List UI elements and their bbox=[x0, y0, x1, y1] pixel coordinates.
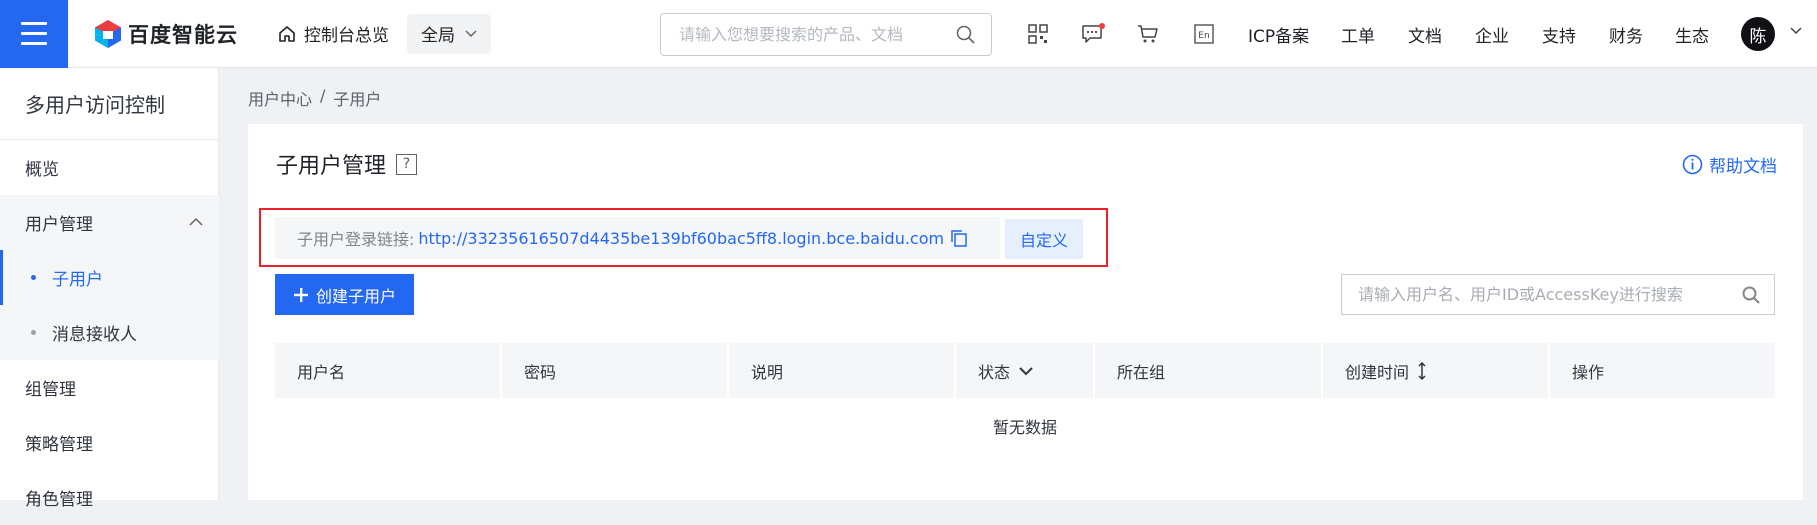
chevron-down-icon bbox=[465, 29, 477, 37]
console-overview-link[interactable]: 控制台总览 bbox=[278, 21, 389, 46]
active-indicator bbox=[0, 250, 3, 305]
page-title: 子用户管理 ? bbox=[276, 148, 418, 180]
sidebar-item-label: 消息接收人 bbox=[52, 325, 137, 345]
user-avatar[interactable]: 陈 bbox=[1741, 17, 1775, 51]
help-docs-link[interactable]: 帮助文档 bbox=[1682, 152, 1777, 177]
customize-button[interactable]: 自定义 bbox=[1005, 219, 1083, 259]
logo-icon bbox=[95, 19, 121, 48]
global-search-box[interactable] bbox=[660, 13, 992, 56]
filter-chevron-down-icon[interactable] bbox=[1018, 366, 1034, 376]
sidebar-item-label: 用户管理 bbox=[25, 215, 93, 235]
breadcrumb: 用户中心 / 子用户 bbox=[248, 86, 381, 110]
sidebar-item-label: 概览 bbox=[25, 160, 59, 180]
language-en-icon[interactable]: En bbox=[1192, 22, 1216, 46]
column-header-password: 密码 bbox=[502, 343, 729, 398]
enterprise-link[interactable]: 企业 bbox=[1475, 22, 1509, 47]
copy-icon[interactable] bbox=[950, 229, 968, 247]
sidebar-item-policy-management[interactable]: 策略管理 bbox=[0, 415, 219, 470]
breadcrumb-user-center[interactable]: 用户中心 bbox=[248, 86, 312, 110]
sidebar-item-overview[interactable]: 概览 bbox=[0, 140, 219, 195]
create-sub-user-button[interactable]: 创建子用户 bbox=[275, 274, 414, 315]
sidebar-item-sub-users[interactable]: 子用户 bbox=[0, 250, 219, 305]
plus-icon bbox=[293, 287, 308, 302]
ticket-link[interactable]: 工单 bbox=[1341, 22, 1375, 47]
column-header-username: 用户名 bbox=[275, 343, 502, 398]
main-card: 子用户管理 ? 帮助文档 子用户登录链接: http://33235616507… bbox=[248, 124, 1803, 500]
column-header-created-time[interactable]: 创建时间 bbox=[1323, 343, 1550, 398]
search-icon[interactable] bbox=[1742, 286, 1760, 304]
user-search-box[interactable] bbox=[1341, 274, 1775, 315]
breadcrumb-sub-users: 子用户 bbox=[333, 90, 382, 109]
icp-filing-link[interactable]: ICP备案 bbox=[1248, 22, 1309, 47]
sidebar-item-label: 组管理 bbox=[25, 380, 76, 400]
login-url-link[interactable]: http://33235616507d4435be139bf60bac5ff8.… bbox=[418, 229, 944, 248]
sidebar-item-role-management[interactable]: 角色管理 bbox=[0, 470, 219, 525]
home-icon bbox=[279, 25, 295, 42]
question-mark-icon[interactable]: ? bbox=[396, 153, 418, 175]
column-header-group: 所在组 bbox=[1095, 343, 1323, 398]
table-header: 用户名 密码 说明 状态 所在组 创建时间 操作 bbox=[275, 343, 1775, 398]
sidebar-item-group-management[interactable]: 组管理 bbox=[0, 360, 219, 415]
login-link-label: 子用户登录链接: bbox=[297, 230, 415, 249]
logo-text: 百度智能云 bbox=[128, 22, 238, 47]
region-selector[interactable]: 全局 bbox=[407, 13, 491, 54]
sidebar-item-user-management[interactable]: 用户管理 bbox=[0, 195, 219, 250]
bullet-dot bbox=[31, 330, 36, 335]
search-icon[interactable] bbox=[956, 25, 975, 44]
column-header-description: 说明 bbox=[729, 343, 956, 398]
create-sub-user-label: 创建子用户 bbox=[315, 288, 396, 306]
avatar-chevron-down-icon[interactable] bbox=[1790, 27, 1802, 35]
baidu-cloud-logo[interactable]: 百度智能云 bbox=[94, 19, 238, 49]
help-docs-label: 帮助文档 bbox=[1709, 157, 1777, 177]
ecosystem-link[interactable]: 生态 bbox=[1675, 22, 1709, 47]
empty-table-message: 暂无数据 bbox=[992, 418, 1057, 437]
info-icon bbox=[1682, 154, 1703, 175]
docs-link[interactable]: 文档 bbox=[1408, 22, 1442, 47]
sidebar-item-label: 子用户 bbox=[52, 270, 103, 290]
finance-link[interactable]: 财务 bbox=[1609, 22, 1643, 47]
hamburger-menu-icon[interactable] bbox=[0, 0, 68, 68]
page-title-text: 子用户管理 bbox=[276, 154, 387, 179]
qrcode-icon[interactable] bbox=[1026, 22, 1050, 46]
sidebar-title: 多用户访问控制 bbox=[0, 68, 218, 140]
chevron-up-icon bbox=[189, 217, 203, 226]
column-header-status[interactable]: 状态 bbox=[956, 343, 1095, 398]
global-search-input[interactable] bbox=[677, 24, 956, 45]
support-link[interactable]: 支持 bbox=[1542, 22, 1576, 47]
breadcrumb-separator: / bbox=[320, 86, 326, 105]
sidebar-item-label: 角色管理 bbox=[25, 490, 93, 510]
svg-text:En: En bbox=[1198, 31, 1209, 41]
region-label: 全局 bbox=[421, 26, 455, 46]
bullet-dot bbox=[31, 275, 36, 280]
sidebar: 多用户访问控制 概览 用户管理 子用户 消息接收人 组管理 策略管理 角色管理 bbox=[0, 68, 219, 510]
column-header-actions: 操作 bbox=[1572, 362, 1605, 382]
sort-icon[interactable] bbox=[1417, 361, 1427, 380]
cart-icon[interactable] bbox=[1136, 22, 1160, 46]
login-link-box: 子用户登录链接: http://33235616507d4435be139bf6… bbox=[275, 217, 1000, 259]
sidebar-item-message-receivers[interactable]: 消息接收人 bbox=[0, 305, 219, 360]
user-search-input[interactable] bbox=[1356, 284, 1742, 305]
message-icon[interactable] bbox=[1081, 22, 1105, 46]
sidebar-item-label: 策略管理 bbox=[25, 435, 93, 455]
console-overview-label: 控制台总览 bbox=[304, 26, 389, 46]
